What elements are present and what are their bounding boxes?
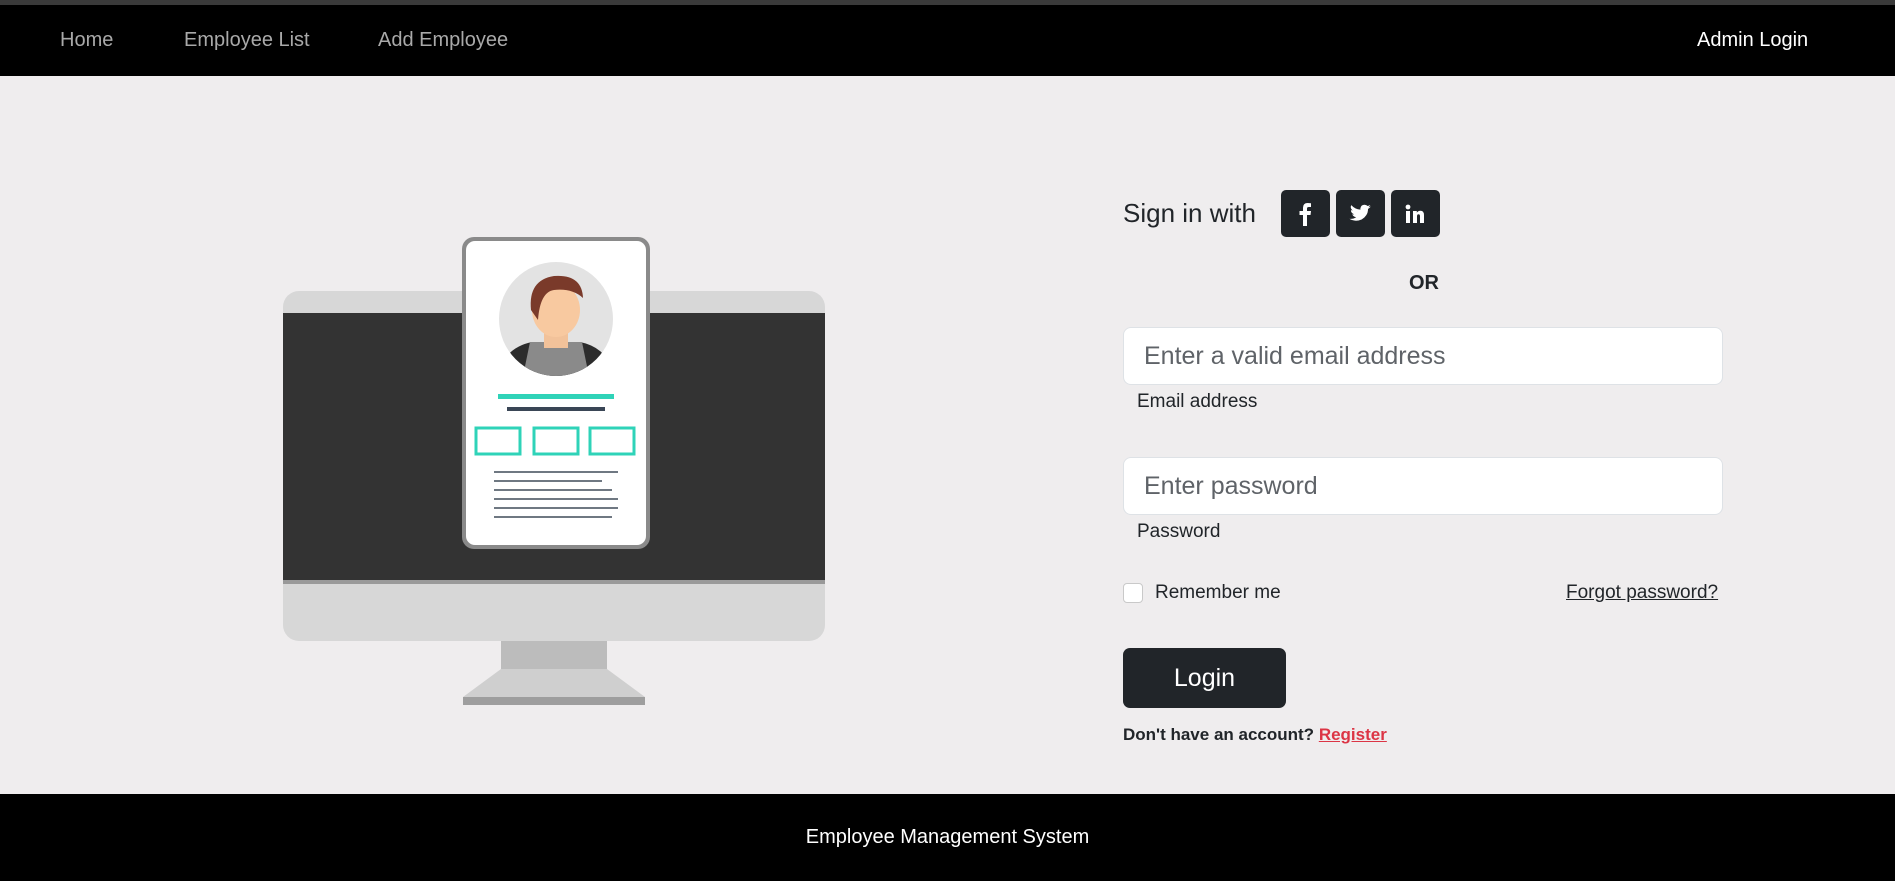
email-label: Email address xyxy=(1137,391,1258,412)
remember-me-row: Remember me xyxy=(1123,582,1281,604)
top-navbar: Home Employee List Add Employee Admin Lo… xyxy=(0,5,1895,76)
twitter-button[interactable] xyxy=(1335,190,1385,237)
remember-me-checkbox[interactable] xyxy=(1123,583,1143,603)
id-name-bar xyxy=(498,394,614,399)
email-field-group: Email address xyxy=(1123,327,1723,413)
password-label: Password xyxy=(1137,521,1221,542)
forgot-password-link[interactable]: Forgot password? xyxy=(1566,582,1718,604)
main-content: Sign in with OR Email address Password xyxy=(0,76,1895,794)
remember-me-label[interactable]: Remember me xyxy=(1155,582,1281,604)
signin-label: Sign in with xyxy=(1123,198,1256,228)
footer: Employee Management System xyxy=(0,794,1895,881)
nav-add-employee-link[interactable]: Add Employee xyxy=(378,29,508,52)
no-account-text: Don't have an account? xyxy=(1123,725,1315,744)
password-field-group: Password xyxy=(1123,457,1723,543)
monitor-stand xyxy=(463,669,645,697)
employee-profile-illustration xyxy=(283,237,825,705)
login-button[interactable]: Login xyxy=(1123,648,1286,708)
register-link[interactable]: Register xyxy=(1319,725,1387,744)
nav-admin-login-link[interactable]: Admin Login xyxy=(1697,29,1808,52)
monitor-neck xyxy=(501,641,607,669)
linkedin-icon xyxy=(1406,204,1425,223)
or-divider: OR xyxy=(1409,272,1439,294)
register-prompt: Don't have an account? Register xyxy=(1123,725,1387,745)
facebook-button[interactable] xyxy=(1280,190,1330,237)
password-input[interactable] xyxy=(1123,457,1723,515)
linkedin-button[interactable] xyxy=(1390,190,1440,237)
nav-home-link[interactable]: Home xyxy=(60,29,113,52)
footer-title: Employee Management System xyxy=(805,826,1090,848)
social-signin-row: Sign in with xyxy=(1123,190,1446,237)
email-input[interactable] xyxy=(1123,327,1723,385)
nav-employee-list-link[interactable]: Employee List xyxy=(184,29,310,52)
facebook-icon xyxy=(1299,202,1312,226)
twitter-icon xyxy=(1349,204,1372,221)
